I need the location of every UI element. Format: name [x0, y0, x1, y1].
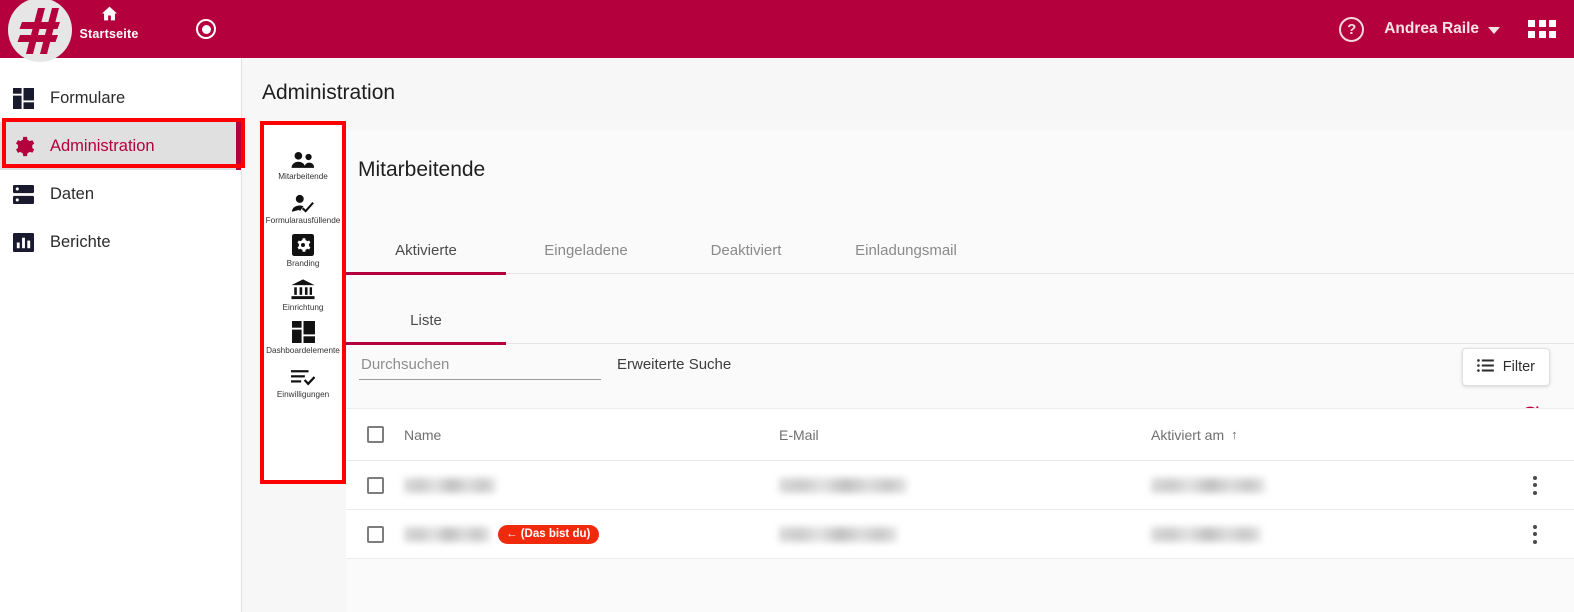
rail-item-einrichtung[interactable]: Einrichtung [264, 276, 342, 313]
admin-icon-rail: Mitarbeitende Formularausfüllende Brandi… [264, 125, 342, 480]
row-select-cell [346, 476, 404, 494]
cell-activated [1151, 526, 1496, 542]
table-row[interactable] [346, 461, 1574, 510]
top-header-bar: Startseite ? Andrea Raile [0, 0, 1574, 62]
user-menu[interactable]: Andrea Raile [1384, 20, 1500, 38]
tab-liste[interactable]: Liste [346, 296, 506, 345]
row-select-cell [346, 525, 404, 543]
mitarbeitende-table: Name E-Mail Aktiviert am ↑ ← (Das bist d… [346, 408, 1574, 559]
hash-logo-icon [8, 0, 72, 62]
user-name-label: Andrea Raile [1384, 20, 1479, 37]
search-input[interactable] [359, 350, 601, 380]
sidebar-item-label: Berichte [50, 232, 111, 251]
column-header-activated[interactable]: Aktiviert am ↑ [1151, 427, 1496, 443]
secondary-tab-bar: Liste [346, 296, 1574, 345]
left-sidebar: Formulare Administration Daten Berichte [0, 58, 242, 612]
redacted-activated-value [1151, 526, 1261, 542]
select-all-cell [346, 426, 404, 443]
redacted-name-value [404, 477, 496, 493]
primary-tab-bar: Aktivierte Eingeladene Deaktiviert Einla… [346, 226, 1574, 275]
cell-email [779, 477, 1151, 493]
rail-item-label: Branding [286, 259, 320, 269]
sidebar-item-daten[interactable]: Daten [0, 170, 241, 218]
home-label: Startseite [79, 27, 139, 41]
chevron-down-icon [1488, 26, 1500, 34]
filter-button[interactable]: Filter [1461, 348, 1550, 386]
app-logo[interactable] [8, 0, 72, 62]
row-more-menu-icon[interactable] [1533, 524, 1537, 544]
database-icon [10, 184, 36, 205]
cell-email [779, 526, 1151, 542]
select-all-checkbox[interactable] [366, 426, 384, 443]
sidebar-item-label: Administration [50, 136, 155, 155]
gear-square-icon [292, 232, 314, 257]
you-are-here-badge: ← (Das bist du) [498, 524, 600, 544]
rail-item-label: Einwilligungen [276, 390, 330, 400]
rail-item-formularausfuellende[interactable]: Formularausfüllende [264, 189, 342, 226]
advanced-search-link[interactable]: Erweiterte Suche [617, 356, 731, 373]
cell-activated [1151, 477, 1496, 493]
tab-eingeladene[interactable]: Eingeladene [506, 226, 666, 274]
tab-einladungsmail[interactable]: Einladungsmail [826, 226, 986, 274]
column-header-activated-label: Aktiviert am [1151, 426, 1225, 443]
sidebar-item-berichte[interactable]: Berichte [0, 218, 241, 266]
sidebar-item-formulare[interactable]: Formulare [0, 74, 241, 122]
bar-chart-icon [10, 232, 36, 253]
redacted-email-value [779, 477, 907, 493]
list-check-icon [291, 363, 315, 387]
search-toolbar: Erweiterte Suche Filter [346, 344, 1574, 424]
record-circle-icon[interactable] [196, 19, 216, 39]
cell-name: ← (Das bist du) [404, 524, 779, 544]
bank-icon [291, 276, 315, 300]
row-menu-cell [1496, 524, 1574, 544]
column-header-name[interactable]: Name [404, 427, 779, 443]
redacted-email-value [779, 526, 897, 542]
people-icon [291, 145, 315, 169]
rail-item-einwilligungen[interactable]: Einwilligungen [264, 363, 342, 400]
table-header-row: Name E-Mail Aktiviert am ↑ [346, 409, 1574, 461]
table-row[interactable]: ← (Das bist du) [346, 510, 1574, 559]
help-circle-icon[interactable]: ? [1339, 16, 1365, 42]
row-checkbox[interactable] [366, 476, 384, 494]
home-link[interactable]: Startseite [78, 6, 140, 41]
card-title: Mitarbeitende [358, 158, 486, 181]
redacted-name-value [404, 526, 490, 542]
column-header-email[interactable]: E-Mail [779, 427, 1151, 443]
header-right-tools: ? Andrea Raile [1339, 0, 1560, 58]
row-more-menu-icon[interactable] [1533, 475, 1537, 495]
tab-deaktiviert[interactable]: Deaktiviert [666, 226, 826, 274]
apps-grid-icon[interactable] [1528, 20, 1556, 38]
dashboard-grid-icon [291, 319, 315, 344]
cell-name [404, 477, 779, 493]
row-menu-cell [1496, 475, 1574, 495]
rail-item-label: Dashboardelemente [266, 346, 340, 356]
forms-grid-icon [10, 87, 36, 109]
arrow-up-icon: ↑ [1231, 427, 1238, 442]
tab-aktivierte[interactable]: Aktivierte [346, 226, 506, 275]
rail-item-label: Einrichtung [282, 302, 324, 312]
sidebar-item-administration[interactable]: Administration [0, 122, 241, 170]
person-check-icon [291, 189, 315, 213]
sidebar-item-label: Formulare [50, 88, 126, 107]
rail-item-branding[interactable]: Branding [264, 232, 342, 269]
home-icon [101, 6, 118, 26]
filter-button-label: Filter [1502, 359, 1535, 375]
rail-item-dashboardelemente[interactable]: Dashboardelemente [264, 319, 342, 356]
redacted-activated-value [1151, 477, 1265, 493]
gear-icon [10, 135, 36, 158]
rail-item-mitarbeitende[interactable]: Mitarbeitende [264, 145, 342, 182]
rail-item-label: Mitarbeitende [278, 172, 328, 181]
mitarbeitende-card: Mitarbeitende Aktivierte Eingeladene Dea… [346, 130, 1574, 612]
sidebar-item-label: Daten [50, 184, 95, 203]
row-checkbox[interactable] [366, 525, 384, 543]
rail-item-label: Formularausfüllende [265, 215, 341, 225]
filter-list-icon [1476, 358, 1494, 376]
page-title: Administration [262, 81, 396, 104]
main-content-area: Administration Mitarbeitende Aktivierte … [242, 58, 1574, 612]
